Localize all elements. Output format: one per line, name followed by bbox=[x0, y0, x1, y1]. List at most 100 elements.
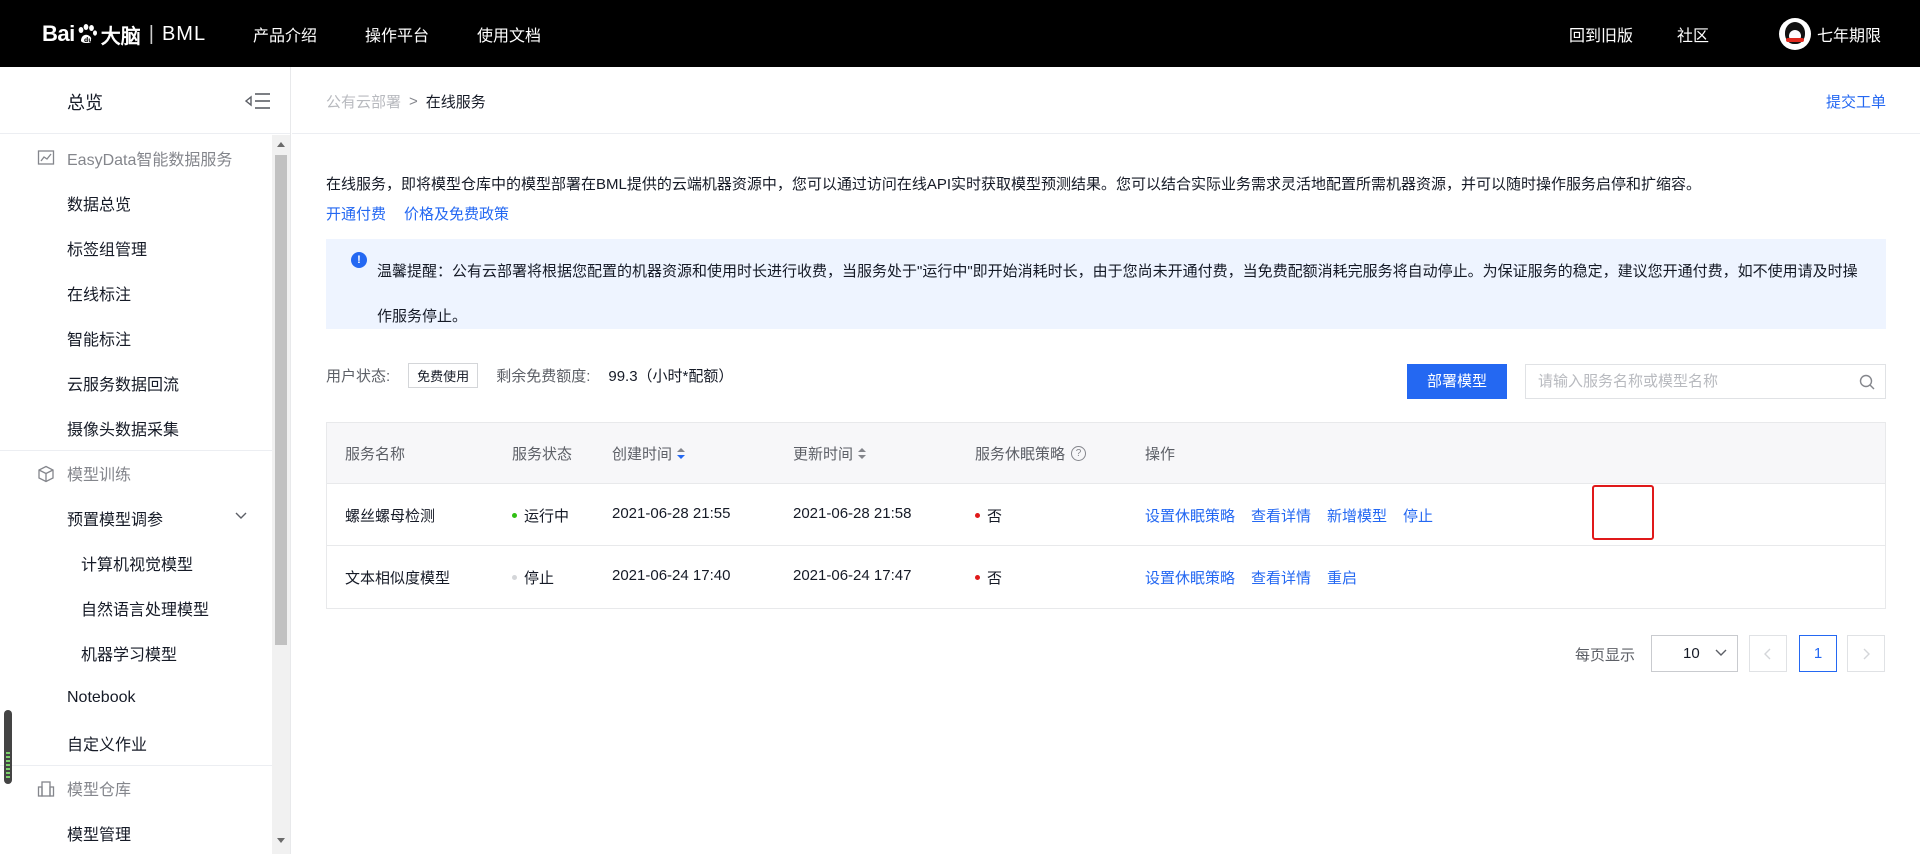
sidebar-item-label: 摄像头数据采集 bbox=[67, 421, 180, 439]
scroll-up-arrow-icon[interactable] bbox=[277, 142, 285, 147]
baidu-bml-logo[interactable]: Bai du 大脑 | BML bbox=[42, 14, 206, 54]
service-status-text: 运行中 bbox=[524, 508, 570, 525]
sidebar-group-easydata: EasyData智能数据服务 bbox=[0, 135, 272, 180]
row-actions: 设置休眠策略 查看详情 新增模型 停止 bbox=[1145, 505, 1449, 526]
side-handle-widget[interactable] bbox=[4, 710, 12, 784]
username: 七年期限 bbox=[1817, 27, 1882, 45]
add-model-link[interactable]: 新增模型 bbox=[1327, 505, 1387, 526]
quota-value: 99.3（小时*配额） bbox=[608, 368, 734, 385]
description-links: 开通付费 价格及免费政策 bbox=[326, 203, 527, 224]
breadcrumb: 公有云部署 > 在线服务 bbox=[326, 91, 486, 112]
sidebar-item-preset-model-tuning[interactable]: 预置模型调参 bbox=[0, 495, 272, 540]
sidebar-item-label: 自定义作业 bbox=[67, 736, 148, 754]
next-page-button[interactable] bbox=[1847, 635, 1885, 672]
service-status-text: 停止 bbox=[524, 570, 555, 587]
stop-service-link[interactable]: 停止 bbox=[1403, 505, 1433, 526]
search-box bbox=[1525, 364, 1886, 399]
top-navbar: Bai du 大脑 | BML 产品介绍 操作平台 使用文档 回到旧版 社区 七… bbox=[0, 0, 1920, 67]
service-name: 文本相似度模型 bbox=[345, 570, 451, 587]
sidebar-header: 总览 bbox=[0, 67, 290, 134]
set-sleep-policy-link[interactable]: 设置休眠策略 bbox=[1145, 505, 1235, 526]
sidebar-item-cv-model[interactable]: 计算机视觉模型 bbox=[0, 540, 272, 585]
scroll-down-arrow-icon[interactable] bbox=[277, 838, 285, 843]
page-size-select[interactable]: 10 bbox=[1651, 635, 1738, 672]
row-actions: 设置休眠策略 查看详情 重启 bbox=[1145, 567, 1373, 588]
breadcrumb-parent[interactable]: 公有云部署 bbox=[326, 91, 401, 112]
sidebar-overview[interactable]: 总览 bbox=[67, 89, 103, 115]
per-page-label: 每页显示 bbox=[1575, 647, 1636, 664]
view-details-link[interactable]: 查看详情 bbox=[1251, 567, 1311, 588]
logo-separator: | bbox=[148, 22, 154, 45]
enable-payment-link[interactable]: 开通付费 bbox=[326, 203, 386, 224]
chevron-right-icon bbox=[1863, 648, 1870, 660]
view-details-link[interactable]: 查看详情 bbox=[1251, 505, 1311, 526]
sidebar: 总览 EasyData智能数据服务 数据总览 标签组管理 在线标注 智能标注 云… bbox=[0, 67, 291, 854]
sidebar-item-data-overview[interactable]: 数据总览 bbox=[0, 180, 272, 225]
col-created-time[interactable]: 创建时间 bbox=[612, 443, 686, 464]
pagination: 每页显示 10 1 bbox=[0, 635, 1920, 672]
breadcrumb-separator: > bbox=[409, 93, 418, 110]
sidebar-item-notebook[interactable]: Notebook bbox=[0, 675, 272, 720]
user-status-row: 用户状态: 免费使用 剩余免费额度: 99.3（小时*配额） bbox=[326, 363, 733, 388]
baidu-paw-icon: du bbox=[78, 24, 97, 44]
sidebar-menu: EasyData智能数据服务 数据总览 标签组管理 在线标注 智能标注 云服务数… bbox=[0, 135, 272, 854]
sidebar-item-label: Notebook bbox=[67, 688, 136, 706]
nav-docs[interactable]: 使用文档 bbox=[477, 22, 541, 46]
col-sleep-policy: 服务休眠策略 ? bbox=[975, 443, 1087, 464]
sidebar-item-smart-labeling[interactable]: 智能标注 bbox=[0, 315, 272, 360]
sidebar-item-label: 计算机视觉模型 bbox=[81, 556, 194, 574]
logo-dunao-text: 大脑 bbox=[100, 25, 141, 48]
status-dot-icon bbox=[975, 513, 980, 518]
logo-product-text: BML bbox=[161, 22, 207, 45]
sidebar-item-camera-collection[interactable]: 摄像头数据采集 bbox=[0, 405, 272, 450]
prev-page-button[interactable] bbox=[1749, 635, 1787, 672]
sidebar-group-label: 模型仓库 bbox=[67, 782, 132, 799]
restart-service-link[interactable]: 重启 bbox=[1327, 567, 1357, 588]
page-description: 在线服务，即将模型仓库中的模型部署在BML提供的云端机器资源中，您可以通过访问在… bbox=[326, 176, 1702, 193]
nav-operation-platform[interactable]: 操作平台 bbox=[365, 22, 429, 46]
sleep-policy: 否 bbox=[975, 505, 1002, 526]
sidebar-scrollbar-thumb[interactable] bbox=[275, 155, 287, 645]
chevron-down-icon bbox=[235, 512, 247, 519]
page-size-value: 10 bbox=[1683, 645, 1700, 662]
nav-community[interactable]: 社区 bbox=[1677, 22, 1709, 46]
nav-back-to-old-version[interactable]: 回到旧版 bbox=[1569, 22, 1633, 46]
col-service-name: 服务名称 bbox=[345, 446, 406, 463]
nav-product-intro[interactable]: 产品介绍 bbox=[253, 22, 317, 46]
sidebar-group-model-training: 模型训练 bbox=[0, 450, 272, 495]
search-icon[interactable] bbox=[1859, 374, 1875, 390]
sidebar-item-cloud-data-return[interactable]: 云服务数据回流 bbox=[0, 360, 272, 405]
sidebar-item-model-mgmt[interactable]: 模型管理 bbox=[0, 810, 272, 854]
help-icon[interactable]: ? bbox=[1071, 446, 1087, 461]
page-number-current[interactable]: 1 bbox=[1799, 635, 1837, 672]
breadcrumb-current: 在线服务 bbox=[425, 94, 486, 111]
collapse-sidebar-icon[interactable] bbox=[245, 91, 271, 111]
sort-icon[interactable] bbox=[858, 447, 867, 460]
submit-ticket-link[interactable]: 提交工单 bbox=[1826, 91, 1886, 112]
created-time: 2021-06-24 17:40 bbox=[612, 567, 731, 584]
sleep-policy: 否 bbox=[975, 567, 1002, 588]
notice-banner: ! 温馨提醒：公有云部署将根据您配置的机器资源和使用时长进行收费，当服务处于"运… bbox=[326, 239, 1886, 329]
chevron-down-icon bbox=[1715, 649, 1727, 656]
status-dot-icon bbox=[512, 575, 517, 580]
sort-icon[interactable] bbox=[677, 447, 686, 460]
building-icon bbox=[37, 781, 55, 797]
sidebar-item-nlp-model[interactable]: 自然语言处理模型 bbox=[0, 585, 272, 630]
table-header: 服务名称 服务状态 创建时间 更新时间 服务休眠策略 ? 操作 bbox=[327, 423, 1885, 484]
sidebar-item-label: 模型管理 bbox=[67, 826, 132, 844]
sidebar-group-model-repo: 模型仓库 bbox=[0, 765, 272, 810]
pricing-policy-link[interactable]: 价格及免费政策 bbox=[404, 203, 509, 224]
top-right-menu: 回到旧版 社区 七年期限 bbox=[1569, 0, 1881, 67]
sidebar-item-online-labeling[interactable]: 在线标注 bbox=[0, 270, 272, 315]
sidebar-item-label-group-mgmt[interactable]: 标签组管理 bbox=[0, 225, 272, 270]
cube-icon bbox=[38, 465, 54, 483]
search-input[interactable] bbox=[1526, 365, 1846, 398]
user-menu[interactable]: 七年期限 bbox=[1779, 17, 1882, 50]
service-status: 运行中 bbox=[512, 505, 569, 526]
deploy-model-button[interactable]: 部署模型 bbox=[1407, 364, 1507, 399]
sidebar-group-label: EasyData智能数据服务 bbox=[67, 151, 233, 169]
sidebar-group-label: 模型训练 bbox=[67, 467, 132, 484]
set-sleep-policy-link[interactable]: 设置休眠策略 bbox=[1145, 567, 1235, 588]
sidebar-item-custom-job[interactable]: 自定义作业 bbox=[0, 720, 272, 765]
col-updated-time[interactable]: 更新时间 bbox=[793, 443, 867, 464]
